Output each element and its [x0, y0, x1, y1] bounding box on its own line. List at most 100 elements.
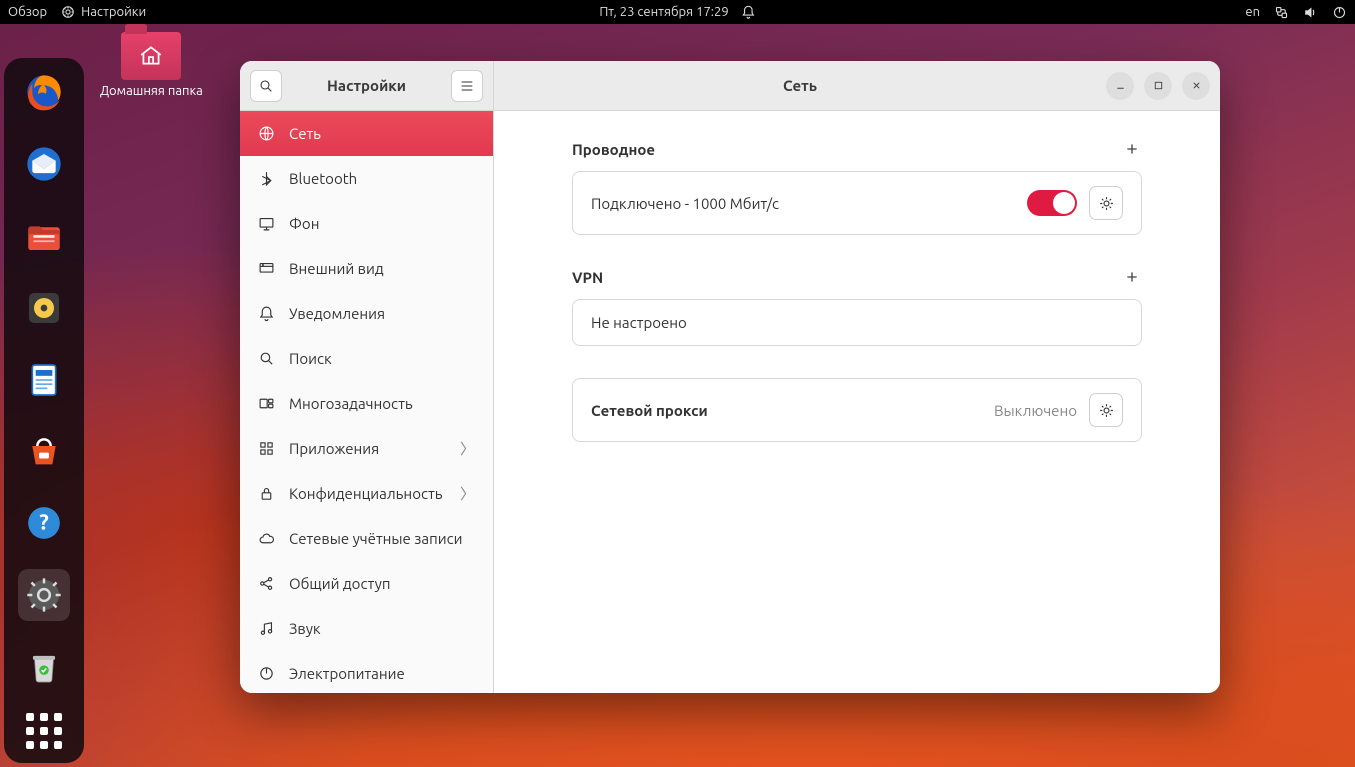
plus-icon: [1124, 141, 1140, 157]
sidebar-item-sharing[interactable]: Общий доступ: [240, 561, 493, 606]
clock-label: Пт, 23 сентября 17:29: [599, 5, 728, 19]
proxy-status-label: Выключено: [994, 402, 1077, 419]
menu-icon: [459, 78, 475, 94]
sidebar-item-search[interactable]: Поиск: [240, 336, 493, 381]
lock-icon: [258, 485, 275, 502]
wired-toggle[interactable]: [1027, 190, 1077, 216]
sidebar-item-label: Общий доступ: [289, 575, 390, 592]
close-icon: [1191, 80, 1202, 91]
dock-settings[interactable]: [18, 569, 70, 621]
svg-text:?: ?: [39, 511, 49, 535]
app-menu[interactable]: Настройки: [61, 5, 146, 19]
sidebar-list: Сеть Bluetooth Фон Внешний вид Уведомлен…: [240, 111, 493, 693]
sidebar-item-privacy[interactable]: Конфиденциальность 〉: [240, 471, 493, 516]
power-icon: [258, 665, 275, 682]
window-close-button[interactable]: [1182, 72, 1210, 100]
search-button[interactable]: [250, 70, 282, 102]
dock-writer[interactable]: [18, 354, 70, 406]
bell-icon: [258, 305, 275, 322]
wired-heading: Проводное: [572, 141, 655, 158]
wired-card: Подключено - 1000 Мбит/с: [572, 171, 1142, 235]
sidebar-title: Настройки: [290, 77, 443, 94]
sidebar-item-apps[interactable]: Приложения 〉: [240, 426, 493, 471]
sidebar-item-notifications[interactable]: Уведомления: [240, 291, 493, 336]
wired-section-header: Проводное: [572, 139, 1142, 159]
hamburger-button[interactable]: [451, 70, 483, 102]
dock-files[interactable]: [18, 210, 70, 262]
network-tray-icon[interactable]: [1274, 5, 1289, 20]
music-icon: [258, 620, 275, 637]
sidebar-item-label: Фон: [289, 215, 319, 232]
sidebar-item-appearance[interactable]: Внешний вид: [240, 246, 493, 291]
cloud-icon: [258, 530, 275, 547]
chevron-right-icon: 〉: [460, 438, 475, 459]
dock-firefox[interactable]: [18, 66, 70, 118]
content-header: Сеть: [494, 61, 1220, 111]
keyboard-indicator[interactable]: en: [1245, 5, 1260, 19]
sidebar-item-sound[interactable]: Звук: [240, 606, 493, 651]
gear-icon: [1098, 195, 1115, 212]
vpn-status-label: Не настроено: [591, 314, 1123, 331]
sidebar-item-label: Поиск: [289, 350, 332, 367]
sidebar-item-label: Bluetooth: [289, 170, 357, 187]
settings-content: Сеть Проводное Подключено - 1000 Мбит/с: [494, 61, 1220, 693]
sidebar-item-label: Сетевые учётные записи: [289, 530, 462, 547]
sidebar-item-label: Приложения: [289, 440, 379, 457]
sidebar-item-label: Электропитание: [289, 665, 405, 682]
search-icon: [258, 78, 274, 94]
sidebar-item-label: Многозадачность: [289, 395, 413, 412]
window-minimize-button[interactable]: [1106, 72, 1134, 100]
window-maximize-button[interactable]: [1144, 72, 1172, 100]
power-tray-icon[interactable]: [1332, 5, 1347, 20]
share-icon: [258, 575, 275, 592]
vpn-card: Не настроено: [572, 299, 1142, 346]
content-title: Сеть: [504, 77, 1096, 94]
sidebar-item-multitasking[interactable]: Многозадачность: [240, 381, 493, 426]
bell-icon: [741, 5, 756, 20]
volume-tray-icon[interactable]: [1303, 5, 1318, 20]
app-menu-label: Настройки: [81, 5, 146, 19]
folder-icon: [121, 32, 181, 80]
vpn-heading: VPN: [572, 269, 603, 286]
settings-window: Настройки Сеть Bluetooth Фон Внешний вид: [240, 61, 1220, 693]
activities-button[interactable]: Обзор: [8, 5, 47, 19]
add-wired-button[interactable]: [1122, 139, 1142, 159]
clock[interactable]: Пт, 23 сентября 17:29: [599, 5, 755, 20]
settings-sidebar: Настройки Сеть Bluetooth Фон Внешний вид: [240, 61, 494, 693]
proxy-card: Сетевой прокси Выключено: [572, 378, 1142, 442]
chevron-right-icon: 〉: [460, 483, 475, 504]
grid-icon: [258, 440, 275, 457]
dock-apps-button[interactable]: [26, 713, 62, 749]
appearance-icon: [258, 260, 275, 277]
proxy-heading: Сетевой прокси: [591, 402, 994, 419]
globe-icon: [258, 125, 275, 142]
top-bar: Обзор Настройки Пт, 23 сентября 17:29 en: [0, 0, 1355, 24]
desktop-home-folder[interactable]: Домашняя папка: [100, 32, 203, 98]
add-vpn-button[interactable]: [1122, 267, 1142, 287]
sidebar-item-label: Уведомления: [289, 305, 385, 322]
sidebar-item-label: Сеть: [289, 125, 321, 142]
sidebar-item-online-accounts[interactable]: Сетевые учётные записи: [240, 516, 493, 561]
sidebar-item-background[interactable]: Фон: [240, 201, 493, 246]
wired-settings-button[interactable]: [1089, 186, 1123, 220]
sidebar-item-power[interactable]: Электропитание: [240, 651, 493, 693]
bluetooth-icon: [258, 170, 275, 187]
dock-help[interactable]: ?: [18, 497, 70, 549]
dock-thunderbird[interactable]: [18, 138, 70, 190]
maximize-icon: [1153, 80, 1164, 91]
dock-trash[interactable]: [18, 641, 70, 693]
sidebar-item-bluetooth[interactable]: Bluetooth: [240, 156, 493, 201]
sidebar-item-label: Внешний вид: [289, 260, 384, 277]
dock: ?: [4, 58, 84, 763]
minimize-icon: [1115, 80, 1126, 91]
proxy-settings-button[interactable]: [1089, 393, 1123, 427]
wired-status-label: Подключено - 1000 Мбит/с: [591, 195, 1027, 212]
dock-software[interactable]: [18, 425, 70, 477]
sidebar-item-label: Звук: [289, 620, 321, 637]
sidebar-item-label: Конфиденциальность: [289, 485, 443, 502]
sidebar-item-network[interactable]: Сеть: [240, 111, 493, 156]
display-icon: [258, 215, 275, 232]
vpn-section-header: VPN: [572, 267, 1142, 287]
search-icon: [258, 350, 275, 367]
dock-rhythmbox[interactable]: [18, 282, 70, 334]
